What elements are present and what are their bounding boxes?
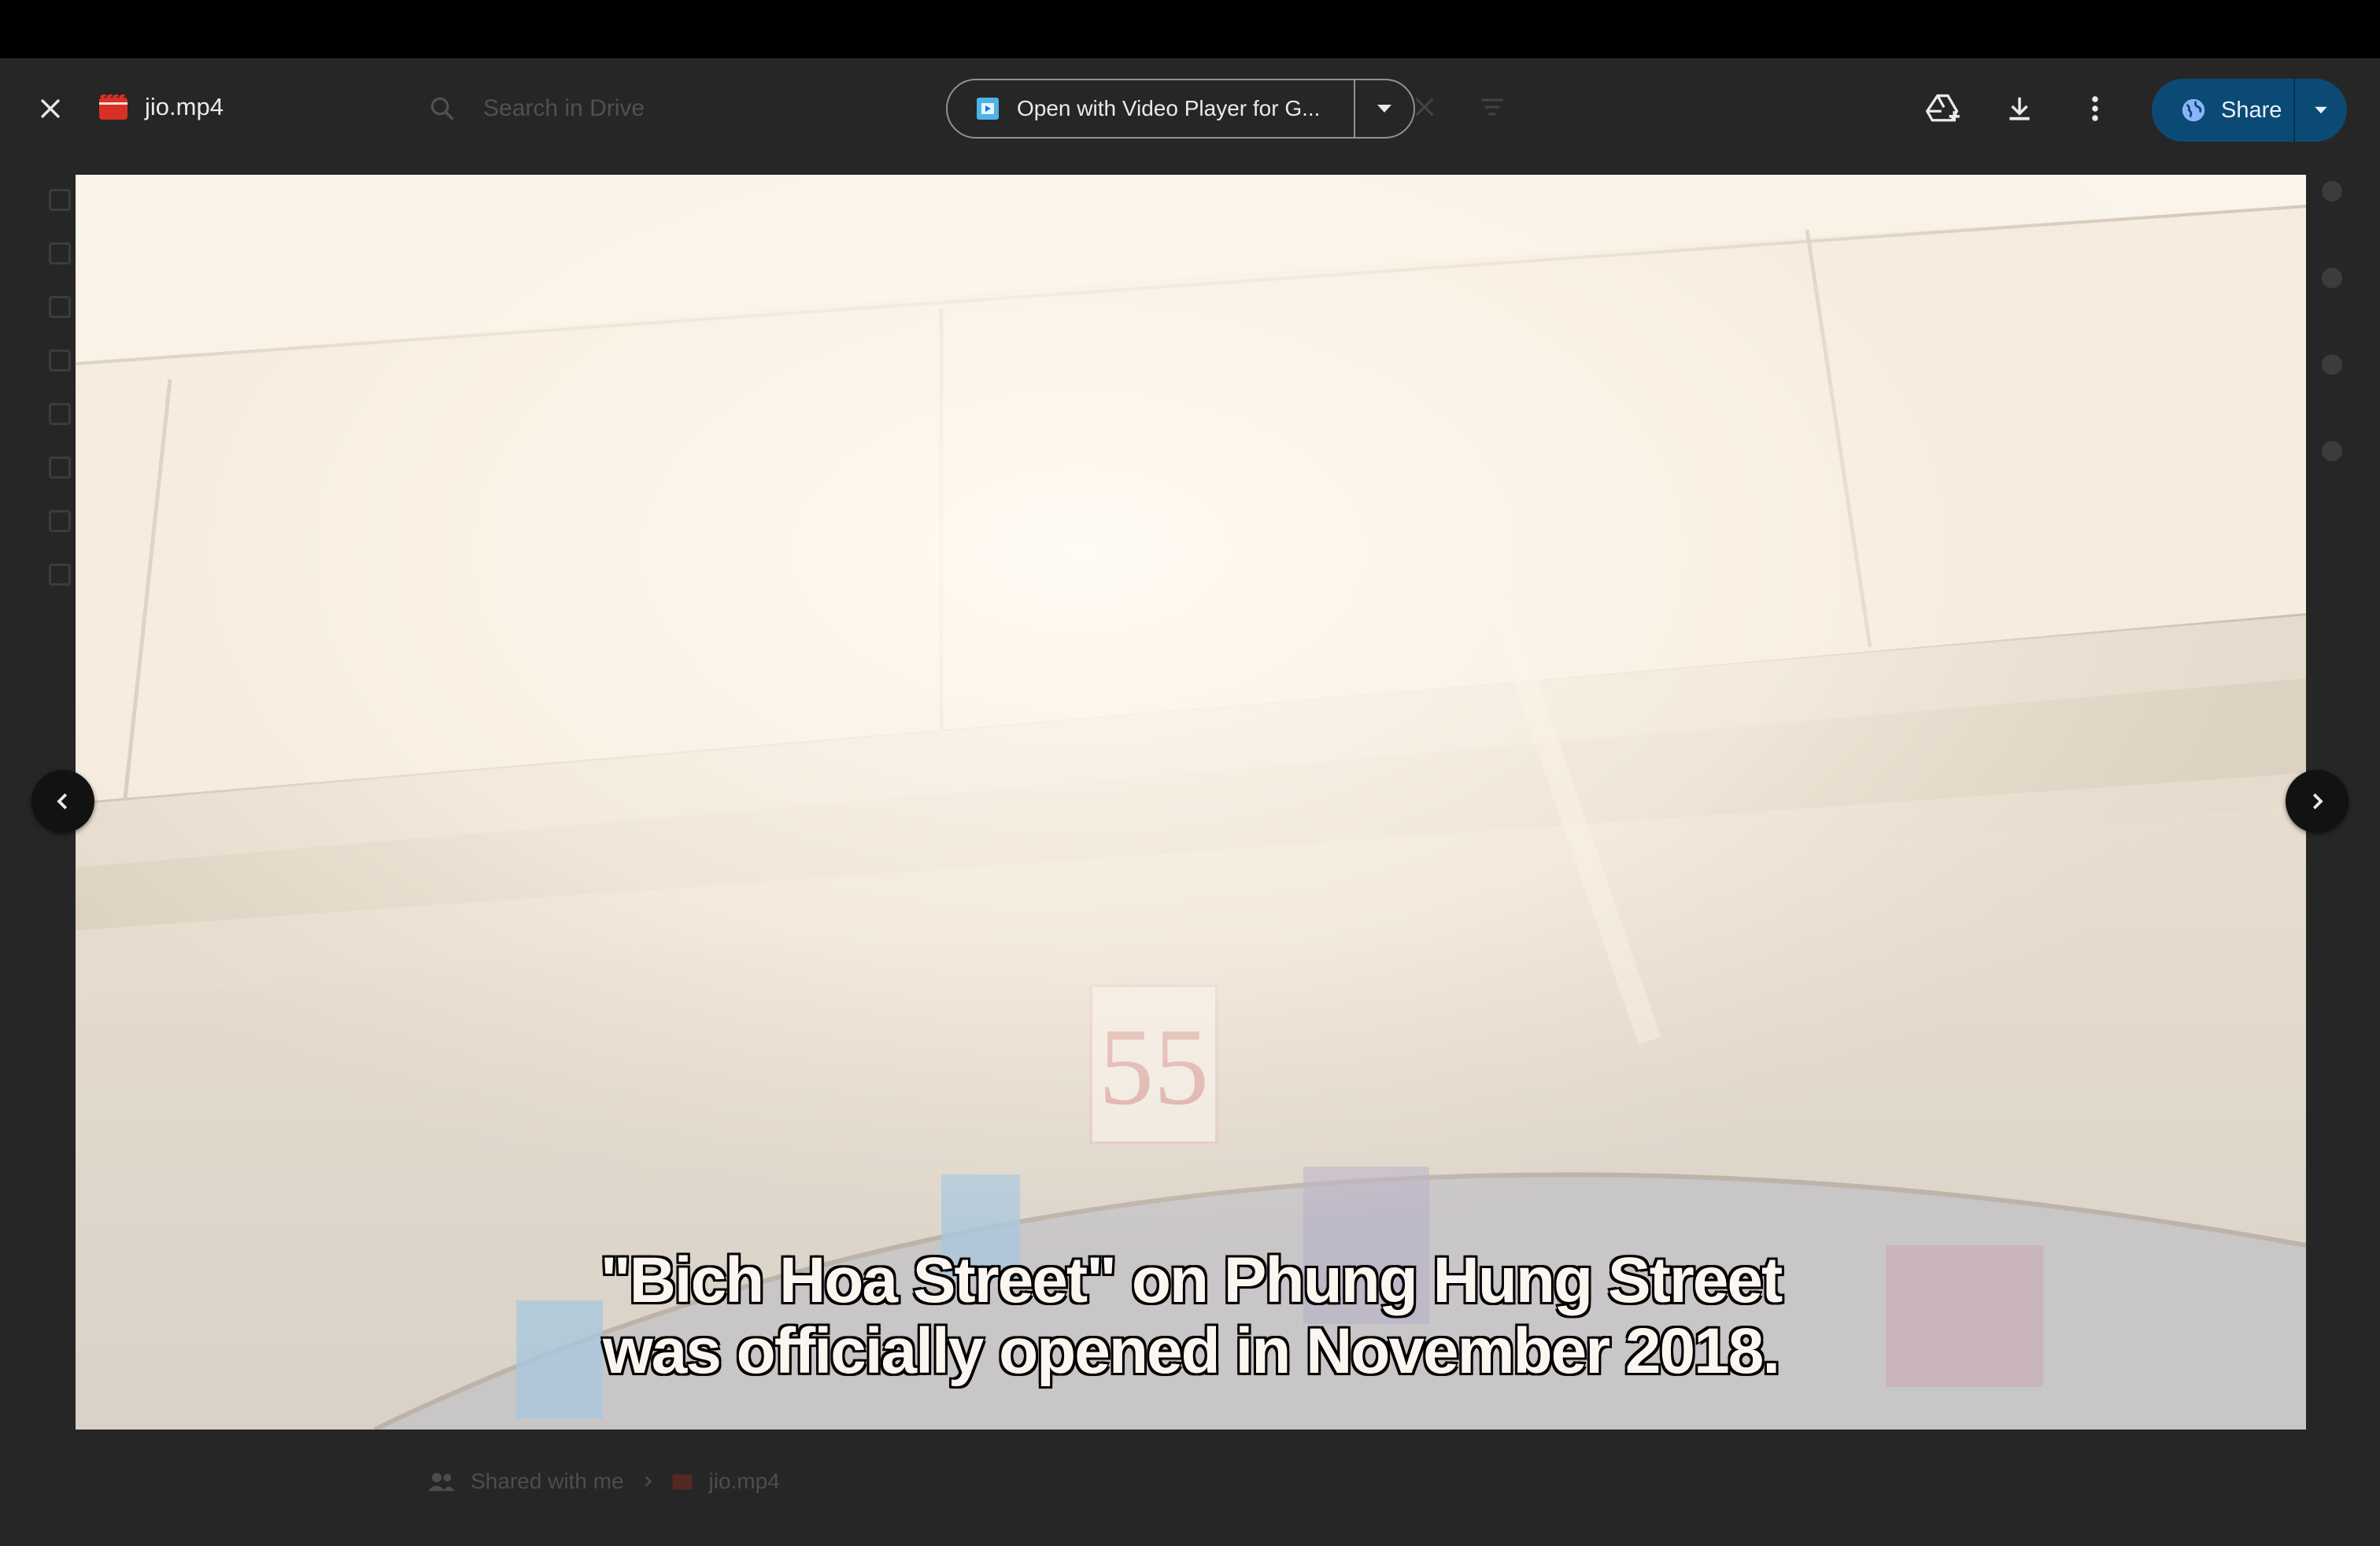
close-button[interactable] (28, 87, 72, 131)
previous-file-button[interactable] (31, 770, 94, 833)
next-file-button[interactable] (2286, 770, 2349, 833)
download-icon (2009, 97, 2030, 120)
breadcrumb: Shared with me jio.mp4 (428, 1463, 780, 1500)
share-label: Share (2221, 97, 2282, 123)
caret-down-icon (1377, 105, 1391, 113)
chevron-right-icon (2312, 793, 2323, 810)
subtitle-line-1: "Bich Hoa Street" on Phung Hung Street (599, 1244, 1784, 1317)
file-title: jio.mp4 (145, 93, 224, 120)
open-with-label: Open with Video Player for G... (1017, 96, 1321, 120)
caret-down-icon (2315, 106, 2327, 114)
top-black-strip (0, 0, 2380, 58)
more-actions-button[interactable] (2073, 87, 2117, 131)
chevron-left-icon (57, 793, 68, 810)
add-to-drive-icon (1926, 94, 1960, 122)
ghost-clear-icon (1415, 98, 1434, 117)
more-vert-icon (2092, 96, 2098, 121)
video-player[interactable]: 55 "Bich Hoa Street" on Phung Hung Stree… (76, 175, 2306, 1429)
video-file-icon (98, 93, 129, 121)
ghost-side-panel (2322, 181, 2353, 527)
shared-people-icon (428, 1473, 455, 1492)
close-icon (41, 99, 60, 118)
download-button[interactable] (1998, 87, 2042, 131)
video-subtitle: "Bich Hoa Street" on Phung Hung Street w… (76, 1244, 2306, 1388)
globe-icon (2182, 98, 2205, 122)
share-button[interactable]: Share (2152, 79, 2293, 142)
breadcrumb-item-file: jio.mp4 (708, 1469, 780, 1493)
search-bar-ghost: Search in Drive (428, 88, 645, 129)
open-with-dropdown[interactable] (1355, 80, 1414, 137)
subtitle-line-2: was officially opened in November 2018. (601, 1315, 1781, 1388)
video-file-icon (671, 1474, 693, 1490)
video-player-app-icon (977, 98, 999, 120)
chevron-right-icon (645, 1476, 652, 1487)
search-icon (431, 97, 454, 120)
breadcrumb-item-shared: Shared with me (471, 1469, 624, 1493)
search-placeholder: Search in Drive (483, 95, 645, 121)
video-frame: 55 (76, 175, 2306, 1429)
share-button-group: Share (2152, 79, 2347, 142)
open-with-main[interactable]: Open with Video Player for G... (948, 80, 1354, 137)
share-dropdown[interactable] (2295, 79, 2347, 142)
add-to-drive-button[interactable] (1922, 87, 1966, 131)
ghost-filter-icon (1481, 98, 1503, 116)
open-with-button: Open with Video Player for G... (946, 79, 1415, 139)
